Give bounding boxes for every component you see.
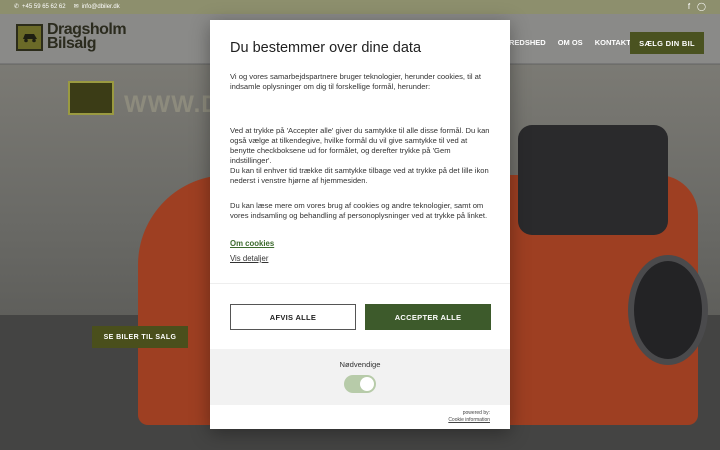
dialog-consent-text: Ved at trykke på 'Accepter alle' giver d…: [230, 126, 492, 186]
accept-all-button[interactable]: ACCEPTER ALLE: [365, 304, 491, 330]
cookie-consent-dialog: Du bestemmer over dine data Vi og vores …: [210, 20, 510, 429]
powered-by-label: powered by:: [462, 410, 490, 416]
dialog-button-area: AFVIS ALLE ACCEPTER ALLE: [210, 283, 510, 349]
reject-all-button[interactable]: AFVIS ALLE: [230, 304, 356, 330]
about-cookies-link[interactable]: Om cookies: [230, 239, 274, 248]
necessary-label: Nødvendige: [339, 360, 381, 369]
withdraw-paragraph: Du kan til enhver tid trække dit samtykk…: [230, 166, 489, 185]
cookie-information-link[interactable]: Cookie information: [448, 417, 490, 424]
necessary-cookies-section: Nødvendige: [210, 349, 510, 405]
toggle-knob: [360, 377, 374, 391]
dialog-intro-text: Vi og vores samarbejdspartnere bruger te…: [230, 72, 482, 91]
necessary-toggle[interactable]: [344, 375, 376, 393]
powered-by: powered by: Cookie information: [448, 410, 490, 424]
consent-paragraph: Ved at trykke på 'Accepter alle' giver d…: [230, 126, 490, 165]
show-details-link[interactable]: Vis detaljer: [230, 254, 268, 263]
dialog-more-text: Du kan læse mere om vores brug af cookie…: [230, 201, 488, 220]
dialog-title: Du bestemmer over dine data: [230, 40, 422, 56]
